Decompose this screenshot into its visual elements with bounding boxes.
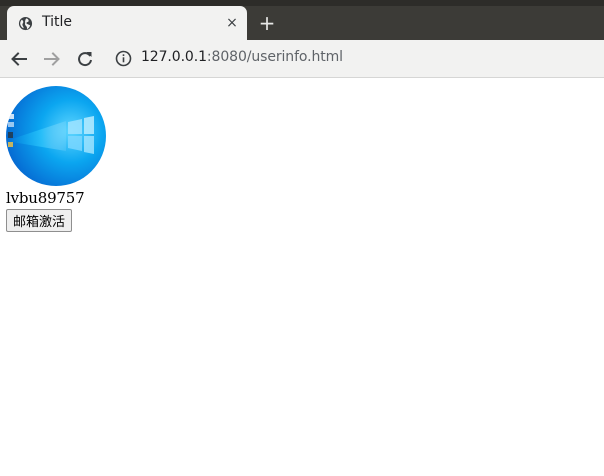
url-path: :8080/userinfo.html xyxy=(206,49,343,65)
avatar-image xyxy=(6,86,106,186)
address-bar[interactable]: 127.0.0.1:8080/userinfo.html xyxy=(141,49,343,65)
avatar xyxy=(6,86,106,186)
tab-strip: Title × + xyxy=(0,0,604,40)
tab-title: Title xyxy=(42,14,73,30)
arrow-left-icon xyxy=(11,52,27,66)
new-tab-plus-icon[interactable]: + xyxy=(256,11,278,35)
browser-tab[interactable]: Title × xyxy=(7,6,247,40)
browser-toolbar: 127.0.0.1:8080/userinfo.html xyxy=(0,40,604,78)
url-host: 127.0.0.1 xyxy=(141,49,207,65)
reload-button[interactable] xyxy=(74,48,96,70)
forward-button[interactable] xyxy=(41,48,63,70)
activate-email-button[interactable]: 邮箱激活 xyxy=(6,209,73,232)
back-button[interactable] xyxy=(8,48,30,70)
close-icon[interactable]: × xyxy=(224,15,240,31)
reload-icon xyxy=(78,52,92,67)
globe-icon xyxy=(18,16,33,31)
arrow-right-icon xyxy=(44,52,60,66)
username: lvbu89757 xyxy=(6,189,85,207)
info-icon[interactable] xyxy=(115,50,132,67)
